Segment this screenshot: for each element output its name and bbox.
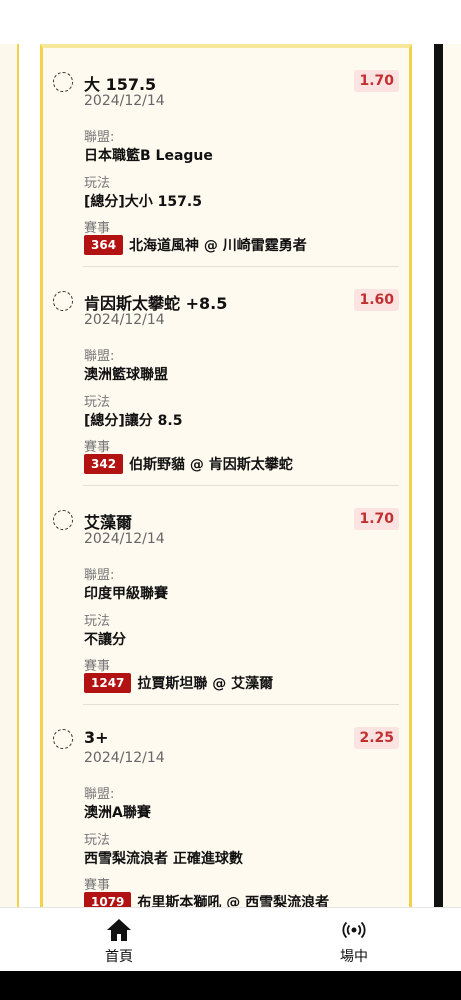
league-label: 聯盟: <box>84 568 115 583</box>
right-panel-edge-light <box>443 44 461 907</box>
left-panel-edge <box>0 44 18 907</box>
league-label: 聯盟: <box>84 787 115 802</box>
bet-slip-list[interactable]: 大 157.5 2024/12/14 1.70 聯盟: 日本職籃B League… <box>40 44 412 907</box>
nav-home[interactable]: 首頁 <box>79 916 159 966</box>
left-panel-border <box>17 44 19 907</box>
right-panel-edge <box>434 44 443 907</box>
bet-pick: 肯因斯太攀蛇 +8.5 <box>84 294 228 313</box>
league-value: 印度甲級聯賽 <box>84 586 168 602</box>
match-id-badge: 364 <box>84 235 124 255</box>
match-teams: 布里斯本獅吼 @ 西雪梨流浪者 <box>137 895 330 907</box>
bet-item[interactable]: 艾藻爾 2024/12/14 1.70 聯盟: 印度甲級聯賽 玩法 不讓分 賽事… <box>43 486 409 705</box>
play-label: 玩法 <box>84 614 111 629</box>
bet-pick: 艾藻爾 <box>84 513 133 532</box>
select-radio[interactable] <box>53 72 73 92</box>
event-row: 364 北海道風神 @ 川崎雷霆勇者 <box>84 235 307 255</box>
odds-badge: 1.70 <box>354 70 399 92</box>
league-value: 澳洲籃球聯盟 <box>84 367 168 383</box>
bet-pick: 3+ <box>84 728 109 747</box>
match-teams: 北海道風神 @ 川崎雷霆勇者 <box>129 238 307 254</box>
bet-date: 2024/12/14 <box>84 750 165 766</box>
match-id-badge: 1247 <box>84 673 132 693</box>
event-label: 賽事 <box>84 221 111 236</box>
event-label: 賽事 <box>84 659 111 674</box>
nav-live-label: 場中 <box>340 949 368 965</box>
bet-item[interactable]: 大 157.5 2024/12/14 1.70 聯盟: 日本職籃B League… <box>43 48 409 267</box>
bottom-nav: 首頁 場中 <box>0 907 461 972</box>
play-label: 玩法 <box>84 395 111 410</box>
event-row: 342 伯斯野貓 @ 肯因斯太攀蛇 <box>84 454 293 474</box>
bet-date: 2024/12/14 <box>84 93 165 109</box>
league-label: 聯盟: <box>84 130 115 145</box>
select-radio[interactable] <box>53 510 73 530</box>
bet-item[interactable]: 3+ 2024/12/14 2.25 聯盟: 澳洲A聯賽 玩法 西雪梨流浪者 正… <box>43 705 409 907</box>
match-id-badge: 1079 <box>84 892 132 907</box>
match-id-badge: 342 <box>84 454 124 474</box>
play-label: 玩法 <box>84 833 111 848</box>
home-icon <box>79 916 159 944</box>
select-radio[interactable] <box>53 729 73 749</box>
play-value: 不讓分 <box>84 632 126 648</box>
league-value: 澳洲A聯賽 <box>84 805 151 821</box>
broadcast-icon <box>314 916 394 944</box>
bet-pick: 大 157.5 <box>84 75 157 94</box>
play-value: [總分]讓分 8.5 <box>84 413 183 429</box>
system-nav-bar <box>0 971 461 1000</box>
event-label: 賽事 <box>84 440 111 455</box>
nav-home-label: 首頁 <box>105 949 133 965</box>
league-value: 日本職籃B League <box>84 148 213 164</box>
odds-badge: 1.70 <box>354 508 399 530</box>
match-teams: 拉賈斯坦聯 @ 艾藻爾 <box>137 676 274 692</box>
event-row: 1079 布里斯本獅吼 @ 西雪梨流浪者 <box>84 892 329 907</box>
bet-item[interactable]: 肯因斯太攀蛇 +8.5 2024/12/14 1.60 聯盟: 澳洲籃球聯盟 玩… <box>43 267 409 486</box>
bet-date: 2024/12/14 <box>84 312 165 328</box>
match-teams: 伯斯野貓 @ 肯因斯太攀蛇 <box>129 457 293 473</box>
play-label: 玩法 <box>84 176 111 191</box>
league-label: 聯盟: <box>84 349 115 364</box>
bet-date: 2024/12/14 <box>84 531 165 547</box>
odds-badge: 1.60 <box>354 289 399 311</box>
play-value: [總分]大小 157.5 <box>84 194 202 210</box>
nav-live[interactable]: 場中 <box>314 916 394 966</box>
event-row: 1247 拉賈斯坦聯 @ 艾藻爾 <box>84 673 273 693</box>
odds-badge: 2.25 <box>354 727 399 749</box>
event-label: 賽事 <box>84 878 111 893</box>
play-value: 西雪梨流浪者 正確進球數 <box>84 851 243 867</box>
select-radio[interactable] <box>53 291 73 311</box>
